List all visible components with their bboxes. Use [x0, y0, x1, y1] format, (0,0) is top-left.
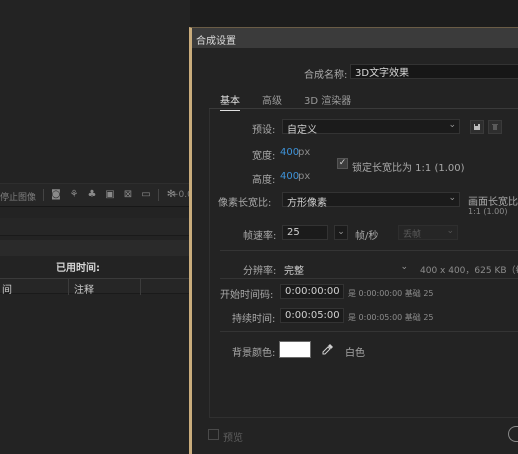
toolbar-icons: ◙ ⚘ ♣ ▣ ⊠ ▭ ✻	[43, 189, 177, 201]
divider	[220, 250, 518, 251]
column-divider	[68, 279, 69, 295]
preview-label: 预览	[223, 433, 243, 444]
column-header: 间 注释	[0, 278, 190, 296]
chevron-down-icon: ⌄	[400, 262, 408, 272]
comp-name-input[interactable]	[350, 64, 518, 79]
resolution-value: 完整	[284, 266, 304, 277]
trash-icon	[492, 124, 498, 130]
toolbar-stop-image-label[interactable]: 停止图像	[0, 190, 36, 203]
divider	[158, 189, 159, 201]
save-preset-icon	[474, 124, 480, 130]
ok-button[interactable]	[508, 426, 518, 442]
frame-aspect-value: 1:1 (1.00)	[468, 207, 508, 216]
drop-frame-value: 丢帧	[403, 230, 422, 240]
preview-checkbox[interactable]	[208, 429, 219, 440]
bg-color-swatch[interactable]	[279, 341, 311, 358]
timeline-bar	[0, 218, 190, 236]
bg-color-label: 背景颜色:	[232, 348, 276, 359]
used-time-label: 已用时间:	[56, 263, 100, 274]
drop-frame-dropdown[interactable]: 丢帧 ⌄	[398, 225, 458, 240]
column-divider	[140, 279, 141, 295]
start-timecode-note: 是 0:00:00:00 基础 25	[348, 289, 434, 298]
comp-name-label: 合成名称:	[304, 70, 348, 81]
frame-aspect-label: 画面长宽比:	[468, 197, 518, 208]
frame-rate-dropdown[interactable]: ⌄	[334, 225, 348, 240]
lock-ratio-label: 锁定长宽比为 1:1 (1.00)	[352, 163, 465, 174]
bg-color-name: 白色	[345, 348, 365, 359]
pixel-aspect-dropdown[interactable]: 方形像素 ⌄	[282, 192, 460, 209]
duration-input[interactable]	[280, 308, 344, 323]
chevron-down-icon: ⌄	[448, 193, 456, 203]
transparency-grid-icon[interactable]: ⊠	[122, 189, 134, 201]
preset-dropdown[interactable]: 自定义 ⌄	[282, 119, 460, 136]
divider	[220, 331, 518, 332]
duration-note: 是 0:00:05:00 基础 25	[348, 313, 434, 322]
save-preset-button[interactable]	[470, 120, 484, 134]
pixel-aspect-label: 像素长宽比:	[218, 198, 272, 209]
eyedropper-icon[interactable]	[321, 342, 335, 356]
pixel-aspect-value: 方形像素	[287, 198, 327, 209]
divider	[43, 189, 44, 201]
chevron-down-icon: ⌄	[448, 120, 456, 130]
camera-icon[interactable]: ◙	[50, 189, 62, 201]
col-time-header[interactable]: 间	[2, 281, 12, 296]
height-value[interactable]: 400	[280, 171, 299, 182]
timeline-bar	[0, 240, 190, 256]
rgb-icon[interactable]: ♣	[86, 189, 98, 201]
col-comment-header[interactable]: 注释	[74, 281, 94, 296]
dialog-title: 合成设置	[196, 36, 236, 47]
resolution-label: 分辨率:	[243, 266, 277, 277]
height-unit: px	[298, 171, 311, 182]
mask-icon[interactable]: ▭	[140, 189, 152, 201]
dialog-titlebar[interactable]: 合成设置	[192, 28, 518, 48]
color-channels-icon[interactable]: ⚘	[68, 189, 80, 201]
delete-preset-button[interactable]	[488, 120, 502, 134]
start-timecode-input[interactable]	[280, 284, 344, 299]
height-label: 高度:	[252, 175, 276, 186]
width-value[interactable]: 400	[280, 147, 299, 158]
composition-settings-dialog: 合成设置 合成名称: 基本 高级 3D 渲染器 预设: 自定义 ⌄ 宽度: 40…	[189, 27, 518, 454]
frame-rate-input[interactable]	[282, 225, 328, 240]
resolution-dropdown[interactable]: 完整 ⌄	[284, 262, 408, 277]
timeline-toolbar: 停止图像 ◙ ⚘ ♣ ▣ ⊠ ▭ ✻ +0.0	[0, 183, 193, 207]
duration-label: 持续时间:	[232, 314, 276, 325]
width-unit: px	[298, 147, 311, 158]
start-timecode-label: 开始时间码:	[220, 290, 274, 301]
frame-rate-label: 帧速率:	[243, 231, 277, 242]
chevron-down-icon: ⌄	[446, 226, 454, 236]
region-icon[interactable]: ▣	[104, 189, 116, 201]
width-label: 宽度:	[252, 151, 276, 162]
preset-value: 自定义	[287, 125, 317, 136]
resolution-info: 400 x 400，625 KB（每	[420, 266, 518, 276]
divider	[220, 278, 518, 279]
preset-label: 预设:	[252, 125, 276, 136]
fps-unit: 帧/秒	[355, 231, 379, 242]
lock-ratio-checkbox[interactable]: ✓	[337, 158, 348, 169]
